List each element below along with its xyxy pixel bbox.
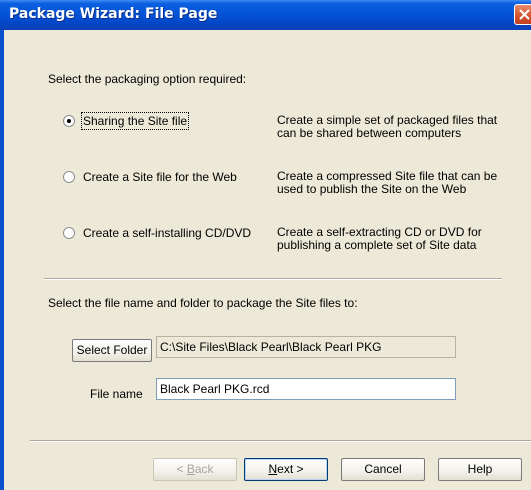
file-name-input[interactable]: Black Pearl PKG.rcd: [156, 378, 456, 400]
radio-site-file-web[interactable]: [63, 171, 75, 183]
next-button-rest: ext >: [277, 462, 304, 476]
package-wizard-window: Package Wizard: File Page Select the pac…: [0, 0, 531, 490]
option-label-sharing-site-file[interactable]: Sharing the Site file: [80, 112, 190, 130]
window-title: Package Wizard: File Page: [9, 6, 218, 22]
select-folder-button[interactable]: Select Folder: [72, 339, 152, 362]
option-desc-line: used to publish the Site on the Web: [277, 182, 467, 196]
option-label-site-file-web[interactable]: Create a Site file for the Web: [83, 170, 237, 184]
window-frame-left: [0, 30, 4, 490]
option-desc-site-file-web: Create a compressed Site file that can b…: [277, 170, 512, 196]
option-desc-line: can be shared between computers: [277, 126, 462, 140]
option-desc-line: publishing a complete set of Site data: [277, 238, 477, 252]
title-bar[interactable]: Package Wizard: File Page: [0, 0, 531, 30]
button-bar-divider: [30, 440, 531, 442]
back-button-mnemonic: B: [186, 462, 195, 476]
next-button[interactable]: Next >: [244, 458, 328, 481]
section-divider: [44, 278, 502, 280]
location-prompt: Select the file name and folder to packa…: [48, 296, 358, 310]
folder-path-field: C:\Site Files\Black Pearl\Black Pearl PK…: [156, 336, 456, 358]
option-desc-sharing-site-file: Create a simple set of packaged files th…: [277, 114, 512, 140]
next-button-mnemonic: N: [268, 462, 278, 476]
option-desc-self-installing-cd: Create a self-extracting CD or DVD for p…: [277, 226, 512, 252]
option-label-self-installing-cd[interactable]: Create a self-installing CD/DVD: [83, 226, 251, 240]
file-name-label: File name: [90, 387, 143, 401]
back-button-rest: ack: [194, 462, 214, 476]
close-button[interactable]: [514, 4, 531, 25]
packaging-option-prompt: Select the packaging option required:: [48, 72, 247, 86]
cancel-button[interactable]: Cancel: [341, 458, 425, 481]
back-button-prefix: <: [176, 462, 187, 476]
radio-self-installing-cd[interactable]: [63, 227, 75, 239]
help-button[interactable]: Help: [438, 458, 522, 481]
back-button[interactable]: < Back: [153, 458, 237, 481]
radio-sharing-site-file[interactable]: [63, 115, 75, 127]
